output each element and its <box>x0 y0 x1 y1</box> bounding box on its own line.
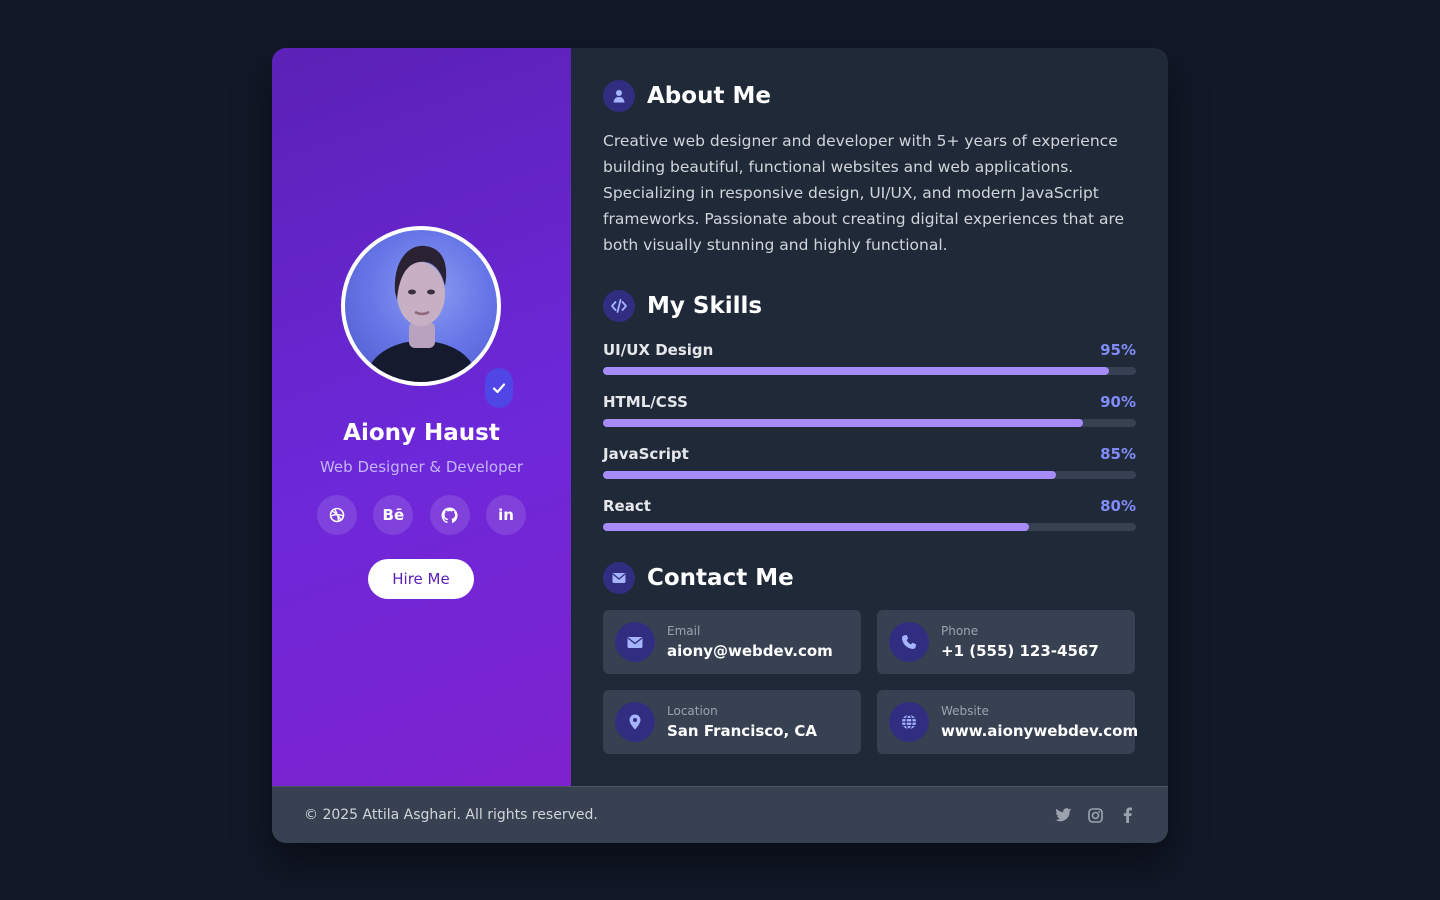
skill-percent: 85% <box>1100 445 1136 463</box>
contact-section-header: Contact Me <box>603 562 794 594</box>
check-icon <box>492 383 506 394</box>
github-icon <box>441 507 458 523</box>
contact-phone[interactable]: Phone +1 (555) 123-4567 <box>877 610 1135 674</box>
skill-item: HTML/CSS 90% <box>603 393 1136 427</box>
profile-role: Web Designer & Developer <box>319 458 524 476</box>
about-title: About Me <box>647 83 771 109</box>
profile-name: Aiony Haust <box>343 420 500 446</box>
skill-percent: 80% <box>1100 497 1136 515</box>
skills-title: My Skills <box>647 293 763 319</box>
contact-value: www.aionywebdev.com <box>941 722 1139 740</box>
skill-progress-fill <box>603 471 1057 479</box>
contact-value: aiony@webdev.com <box>667 642 833 660</box>
footer-social-links <box>1054 806 1136 824</box>
about-section-header: About Me <box>603 80 771 112</box>
footer: © 2025 Attila Asghari. All rights reserv… <box>272 786 1168 843</box>
skill-progress-track <box>603 471 1136 479</box>
contact-email[interactable]: Email aiony@webdev.com <box>603 610 861 674</box>
verified-badge <box>485 368 513 408</box>
linkedin-button[interactable]: in <box>485 495 526 535</box>
phone-icon <box>889 622 929 662</box>
envelope-icon <box>603 562 635 594</box>
profile-card: Aiony Haust Web Designer & Developer Bē <box>272 48 1168 843</box>
skill-item: UI/UX Design 95% <box>603 341 1136 375</box>
contact-website[interactable]: Website www.aionywebdev.com <box>877 690 1139 754</box>
skills-section-header: My Skills <box>603 290 762 322</box>
dribbble-button[interactable] <box>317 495 357 535</box>
location-pin-icon <box>615 702 655 742</box>
skill-name: React <box>603 497 651 515</box>
skill-percent: 90% <box>1100 393 1136 411</box>
skill-name: JavaScript <box>603 445 689 463</box>
avatar-portrait-image <box>365 245 479 382</box>
contact-value: +1 (555) 123-4567 <box>941 642 1099 660</box>
behance-button[interactable]: Bē <box>373 495 414 535</box>
skill-progress-track <box>603 367 1136 375</box>
linkedin-icon: in <box>498 506 514 524</box>
skill-name: HTML/CSS <box>603 393 688 411</box>
user-icon <box>603 80 635 112</box>
behance-icon: Bē <box>382 506 405 524</box>
skill-item: React 80% <box>603 497 1136 531</box>
about-text: Creative web designer and developer with… <box>603 132 1125 254</box>
facebook-icon[interactable] <box>1118 806 1136 824</box>
hire-me-button[interactable]: Hire Me <box>368 559 474 599</box>
skill-percent: 95% <box>1100 341 1136 359</box>
skill-name: UI/UX Design <box>603 341 714 359</box>
twitter-icon[interactable] <box>1054 806 1072 824</box>
instagram-icon[interactable] <box>1086 806 1104 824</box>
profile-sidebar: Aiony Haust Web Designer & Developer Bē <box>272 48 571 786</box>
contact-label: Email <box>667 624 701 638</box>
skill-progress-fill <box>603 367 1110 375</box>
avatar <box>341 226 501 386</box>
contact-value: San Francisco, CA <box>667 722 818 740</box>
skill-item: JavaScript 85% <box>603 445 1136 479</box>
skill-progress-track <box>603 419 1136 427</box>
contact-title: Contact Me <box>647 565 794 591</box>
contact-label: Location <box>667 704 718 718</box>
dribbble-icon <box>329 507 345 523</box>
copyright-text: © 2025 Attila Asghari. All rights reserv… <box>304 807 598 823</box>
contact-location[interactable]: Location San Francisco, CA <box>603 690 861 754</box>
contact-label: Phone <box>941 624 979 638</box>
contact-label: Website <box>941 704 989 718</box>
skill-progress-fill <box>603 419 1083 427</box>
github-button[interactable] <box>429 495 470 535</box>
skill-progress-fill <box>603 523 1030 531</box>
envelope-icon <box>615 622 655 662</box>
skill-progress-track <box>603 523 1136 531</box>
social-links: Bē in <box>317 495 526 535</box>
code-icon <box>603 290 635 322</box>
globe-icon <box>889 702 929 742</box>
